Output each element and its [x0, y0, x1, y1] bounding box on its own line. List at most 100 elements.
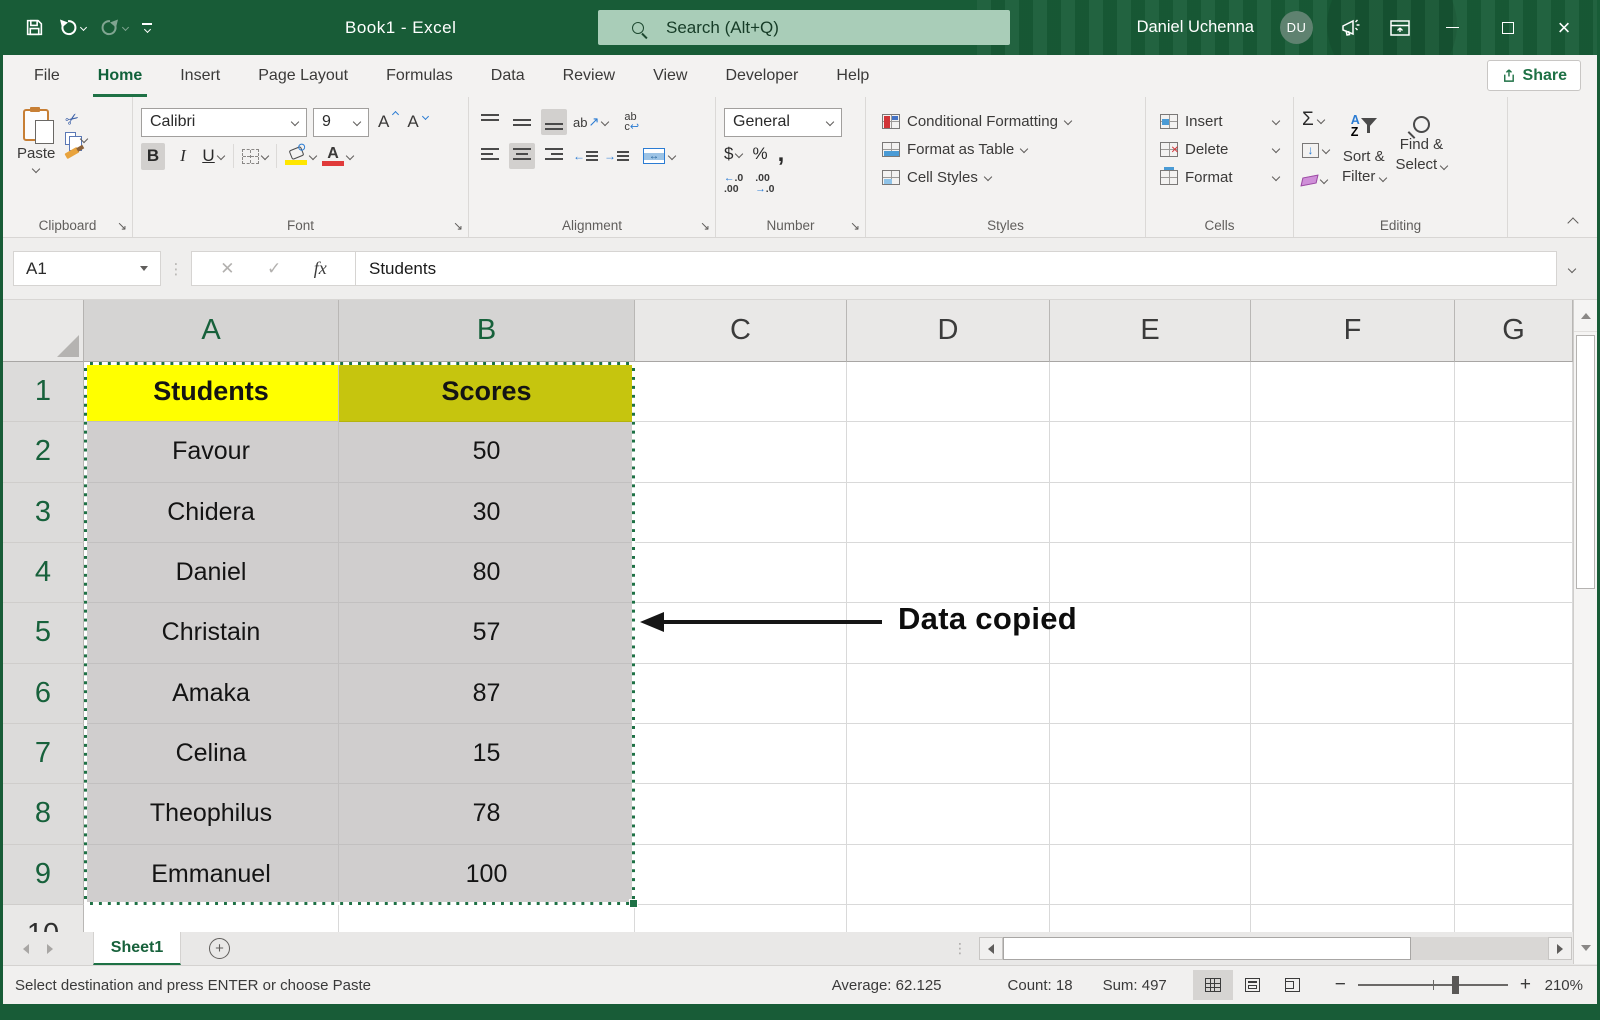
zoom-level[interactable]: 210% — [1531, 977, 1583, 994]
zoom-slider-thumb[interactable] — [1452, 976, 1459, 994]
tab-developer[interactable]: Developer — [706, 55, 817, 97]
column-header-D[interactable]: D — [847, 300, 1050, 362]
cell-E7[interactable] — [1050, 724, 1251, 784]
cell-A7[interactable]: Celina — [84, 724, 339, 784]
top-align-button[interactable] — [477, 109, 503, 135]
row-header-5[interactable]: 5 — [3, 603, 84, 663]
cell-A2[interactable]: Favour — [84, 422, 339, 482]
cell-G10[interactable] — [1455, 905, 1573, 932]
format-cells-button[interactable]: Format — [1160, 163, 1287, 191]
tab-formulas[interactable]: Formulas — [367, 55, 472, 97]
cell-D10[interactable] — [847, 905, 1050, 932]
column-header-C[interactable]: C — [635, 300, 847, 362]
cell-C10[interactable] — [635, 905, 847, 932]
cell-D1[interactable] — [847, 362, 1050, 422]
cell-D2[interactable] — [847, 422, 1050, 482]
cell-D7[interactable] — [847, 724, 1050, 784]
cell-D8[interactable] — [847, 784, 1050, 844]
conditional-formatting-button[interactable]: Conditional Formatting — [882, 107, 1139, 135]
format-as-table-button[interactable]: Format as Table — [882, 135, 1139, 163]
cell-E5[interactable] — [1050, 603, 1251, 663]
cell-D6[interactable] — [847, 664, 1050, 724]
increase-indent-button[interactable]: → — [604, 149, 629, 163]
search-box[interactable]: Search (Alt+Q) — [598, 10, 1010, 45]
cell-G4[interactable] — [1455, 543, 1573, 603]
cell-A5[interactable]: Christain — [84, 603, 339, 663]
increase-decimal-button[interactable]: ←.0.00 — [724, 173, 743, 195]
page-layout-view-button[interactable] — [1233, 970, 1273, 1000]
accounting-format-button[interactable]: $ — [724, 144, 742, 164]
font-name-combo[interactable]: Calibri — [141, 108, 307, 137]
shrink-font-button[interactable]: A — [404, 112, 421, 132]
number-dialog-launcher[interactable]: ↘ — [850, 220, 860, 232]
cell-B8[interactable]: 78 — [339, 784, 635, 844]
find-select-button[interactable]: Find &Select — [1391, 107, 1453, 203]
cell-B7[interactable]: 15 — [339, 724, 635, 784]
alignment-dialog-launcher[interactable]: ↘ — [700, 220, 710, 232]
scroll-down-icon[interactable] — [1573, 932, 1597, 964]
cell-F4[interactable] — [1251, 543, 1455, 603]
tab-review[interactable]: Review — [544, 55, 634, 97]
cell-F1[interactable] — [1251, 362, 1455, 422]
middle-align-button[interactable] — [509, 109, 535, 135]
cell-C4[interactable] — [635, 543, 847, 603]
column-header-F[interactable]: F — [1251, 300, 1455, 362]
cell-E4[interactable] — [1050, 543, 1251, 603]
user-name[interactable]: Daniel Uchenna — [1137, 18, 1254, 37]
undo-dropdown-icon[interactable] — [80, 24, 87, 31]
font-dialog-launcher[interactable]: ↘ — [453, 220, 463, 232]
coming-soon-megaphone-icon[interactable] — [1339, 16, 1363, 40]
cell-B2[interactable]: 50 — [339, 422, 635, 482]
expand-formula-bar-icon[interactable] — [1557, 266, 1587, 272]
cancel-entry-icon[interactable]: ✕ — [220, 259, 234, 279]
cell-C7[interactable] — [635, 724, 847, 784]
cell-C6[interactable] — [635, 664, 847, 724]
tab-insert[interactable]: Insert — [161, 55, 239, 97]
merge-center-button[interactable]: ↔ — [643, 148, 675, 164]
font-color-button[interactable]: A — [322, 143, 353, 170]
scroll-left-icon[interactable] — [979, 937, 1003, 960]
clipboard-dialog-launcher[interactable]: ↘ — [117, 220, 127, 232]
cell-C2[interactable] — [635, 422, 847, 482]
name-box-dropdown-icon[interactable] — [140, 266, 148, 271]
tab-view[interactable]: View — [634, 55, 706, 97]
format-painter-icon[interactable] — [65, 147, 80, 159]
select-all-corner[interactable] — [3, 300, 84, 362]
cell-G9[interactable] — [1455, 845, 1573, 905]
cell-A8[interactable]: Theophilus — [84, 784, 339, 844]
cell-E8[interactable] — [1050, 784, 1251, 844]
fill-button[interactable]: ↓ — [1302, 137, 1329, 163]
fill-color-button[interactable] — [285, 143, 316, 170]
page-break-view-button[interactable] — [1273, 970, 1313, 1000]
align-right-button[interactable] — [541, 143, 567, 169]
align-center-button[interactable] — [509, 143, 535, 169]
row-header-3[interactable]: 3 — [3, 483, 84, 543]
formula-input[interactable]: Students — [356, 251, 1557, 286]
formula-bar-grip[interactable]: ⋮ — [161, 260, 191, 278]
autosum-button[interactable]: Σ — [1302, 107, 1329, 133]
scroll-right-icon[interactable] — [1548, 937, 1572, 960]
scroll-up-icon[interactable] — [1574, 300, 1597, 332]
row-header-9[interactable]: 9 — [3, 845, 84, 905]
row-header-1[interactable]: 1 — [3, 362, 84, 422]
undo-button[interactable] — [58, 18, 86, 38]
clear-button[interactable] — [1302, 167, 1329, 193]
cell-A4[interactable]: Daniel — [84, 543, 339, 603]
close-button[interactable]: × — [1549, 8, 1579, 48]
vertical-scrollbar-thumb[interactable] — [1576, 335, 1595, 589]
cell-E10[interactable] — [1050, 905, 1251, 932]
horizontal-scrollbar-thumb[interactable] — [1003, 937, 1411, 960]
prev-sheet-icon[interactable] — [23, 944, 29, 954]
insert-cells-button[interactable]: Insert — [1160, 107, 1287, 135]
cell-G3[interactable] — [1455, 483, 1573, 543]
row-header-10[interactable]: 10 — [3, 905, 84, 932]
paste-button[interactable]: Paste — [11, 107, 61, 203]
orientation-button[interactable]: ab↗ — [573, 114, 608, 130]
percent-style-button[interactable]: % — [752, 144, 767, 164]
confirm-entry-icon[interactable]: ✓ — [267, 259, 281, 279]
cell-B4[interactable]: 80 — [339, 543, 635, 603]
cell-D4[interactable] — [847, 543, 1050, 603]
cell-F3[interactable] — [1251, 483, 1455, 543]
cell-A10[interactable] — [84, 905, 339, 932]
cell-F7[interactable] — [1251, 724, 1455, 784]
